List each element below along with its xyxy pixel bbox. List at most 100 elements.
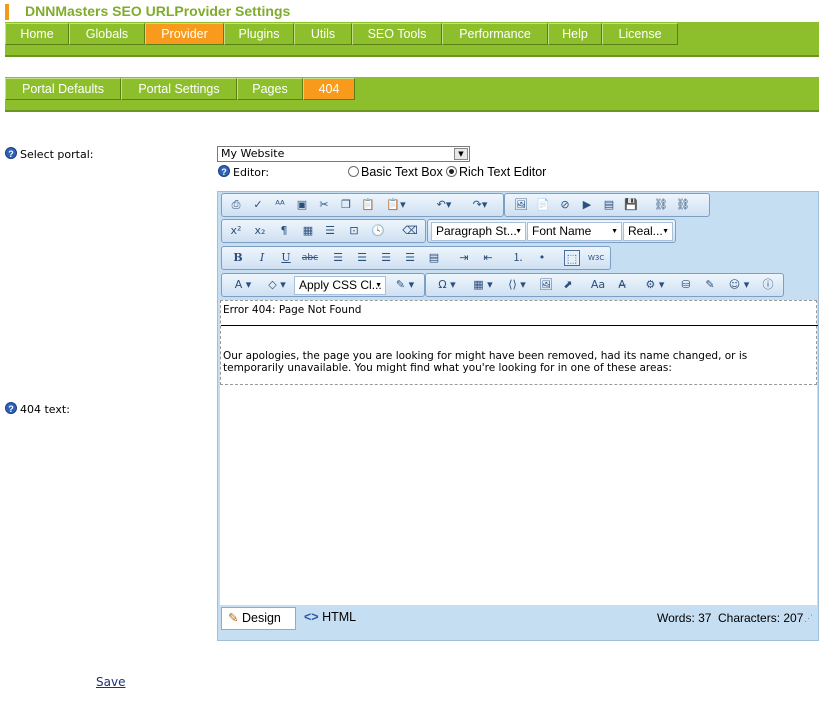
- tab-seo-tools[interactable]: SEO Tools: [352, 23, 442, 45]
- module-manager-icon[interactable]: ⛁: [678, 277, 694, 293]
- subscript-icon[interactable]: x₂: [252, 223, 268, 239]
- remove-alignment-icon[interactable]: ▤: [426, 250, 442, 266]
- editor-content-area[interactable]: Error 404: Page Not Found Our apologies,…: [220, 300, 818, 605]
- document-manager-icon[interactable]: 📄: [535, 197, 551, 213]
- toolbar-group-5: B I U abc ☰ ☰ ☰ ☰ ▤ ⇥ ⇤ ⒈ • ⬚ W3C: [221, 246, 611, 270]
- cut-icon[interactable]: ✂: [316, 197, 332, 213]
- template-manager-icon[interactable]: ▤: [601, 197, 617, 213]
- outdent-icon[interactable]: ⇤: [480, 250, 496, 266]
- remove-link-icon[interactable]: ⛓: [675, 197, 691, 213]
- tab-pages[interactable]: Pages: [237, 78, 303, 100]
- convert-lower-icon[interactable]: Aa: [590, 277, 606, 293]
- resize-grip-icon[interactable]: ⋰: [804, 613, 813, 624]
- absolute-position-icon[interactable]: ⬈: [560, 277, 576, 293]
- underline-button[interactable]: U: [278, 250, 294, 266]
- help-icon[interactable]: ?: [5, 402, 17, 414]
- toolbar-group-2: 🖼 📄 ⊘ ▶ ▤ 💾 ⛓ ⛓: [504, 193, 710, 217]
- real-font-size-dropdown[interactable]: Real... ▼: [623, 222, 673, 241]
- print-icon[interactable]: ⎙: [228, 197, 244, 213]
- divider: [221, 325, 818, 326]
- toolbar-group-6: A ▾ ◇ ▾ Apply CSS Cl... ▼ ✎ ▾: [221, 273, 425, 297]
- insert-symbol-icon[interactable]: ⊡: [346, 223, 362, 239]
- chevron-down-icon: ▼: [454, 148, 468, 160]
- emoticons-icon[interactable]: ☺ ▾: [724, 277, 754, 293]
- chevron-down-icon: ▼: [515, 228, 522, 235]
- tab-utils[interactable]: Utils: [294, 23, 352, 45]
- redo-icon[interactable]: ↷▾: [466, 197, 494, 213]
- bold-button[interactable]: B: [230, 250, 246, 266]
- custom-links-icon[interactable]: ⚙ ▾: [640, 277, 670, 293]
- apply-css-class-dropdown[interactable]: Apply CSS Cl... ▼: [294, 276, 386, 295]
- numbered-list-icon[interactable]: ⒈: [510, 250, 526, 266]
- info-icon[interactable]: ⓘ: [760, 277, 776, 293]
- tab-globals[interactable]: Globals: [69, 23, 145, 45]
- paste-icon[interactable]: 📋: [360, 197, 376, 213]
- tab-404[interactable]: 404: [303, 78, 355, 100]
- radio-basic-text-box[interactable]: [348, 166, 359, 177]
- align-right-icon[interactable]: ☰: [378, 250, 394, 266]
- content-block: Error 404: Page Not Found Our apologies,…: [220, 300, 818, 385]
- align-center-icon[interactable]: ☰: [354, 250, 370, 266]
- page-properties-icon[interactable]: ✎: [702, 277, 718, 293]
- radio-rich-text-editor[interactable]: [446, 166, 457, 177]
- flash-manager-icon[interactable]: ⊘: [557, 197, 573, 213]
- media-manager-icon[interactable]: ▶: [579, 197, 595, 213]
- editor-label: Editor:: [233, 166, 270, 179]
- editor-bottom-bar: ✎ Design <> HTML Words: 37 Characters: 2…: [218, 605, 818, 640]
- help-icon[interactable]: ?: [218, 165, 230, 177]
- help-icon[interactable]: ?: [5, 147, 17, 159]
- apply-css-class-value: Apply CSS Cl...: [299, 278, 382, 292]
- save-template-icon[interactable]: 💾: [623, 197, 639, 213]
- sub-tab-bar: Portal Defaults Portal Settings Pages 40…: [5, 77, 819, 112]
- strikethrough-button[interactable]: abc: [300, 250, 320, 266]
- align-left-icon[interactable]: ☰: [330, 250, 346, 266]
- toggle-borders-icon[interactable]: ⬚: [564, 250, 580, 266]
- horizontal-rule-icon[interactable]: ☰: [322, 223, 338, 239]
- insert-date-icon[interactable]: ▦: [300, 223, 316, 239]
- spellcheck-icon[interactable]: ✓: [250, 197, 266, 213]
- indent-icon[interactable]: ⇥: [456, 250, 472, 266]
- justify-icon[interactable]: ☰: [402, 250, 418, 266]
- image-map-icon[interactable]: 🖼: [538, 277, 554, 293]
- select-all-icon[interactable]: ▣: [294, 197, 310, 213]
- xhtml-validator-icon[interactable]: W3C: [588, 250, 604, 266]
- undo-icon[interactable]: ↶▾: [430, 197, 458, 213]
- html-mode-button[interactable]: <> HTML: [298, 607, 368, 630]
- error-paragraph-line1: Our apologies, the page you are looking …: [223, 350, 748, 362]
- omega-symbol-icon[interactable]: Ω ▾: [432, 277, 462, 293]
- convert-upper-icon[interactable]: A̶: [614, 277, 630, 293]
- save-link[interactable]: Save: [96, 675, 125, 689]
- insert-table-icon[interactable]: ▦ ▾: [468, 277, 498, 293]
- page-title: DNNMasters SEO URLProvider Settings: [25, 3, 291, 19]
- code-icon: <>: [304, 610, 319, 624]
- portal-select[interactable]: My Website ▼: [217, 146, 470, 162]
- insert-time-icon[interactable]: 🕓: [370, 223, 386, 239]
- copy-icon[interactable]: ❐: [338, 197, 354, 213]
- highlight-color-icon[interactable]: ◇ ▾: [262, 277, 292, 293]
- tab-help[interactable]: Help: [548, 23, 602, 45]
- tab-portal-defaults[interactable]: Portal Defaults: [5, 78, 121, 100]
- format-stripper-icon[interactable]: ⌫: [402, 223, 418, 239]
- tab-performance[interactable]: Performance: [442, 23, 548, 45]
- font-color-icon[interactable]: A ▾: [228, 277, 258, 293]
- tab-portal-settings[interactable]: Portal Settings: [121, 78, 237, 100]
- font-name-value: Font Name: [532, 224, 592, 238]
- italic-button[interactable]: I: [254, 250, 270, 266]
- paragraph-mark-icon[interactable]: ¶: [276, 223, 292, 239]
- design-mode-button[interactable]: ✎ Design: [221, 607, 296, 630]
- image-manager-icon[interactable]: 🖼: [513, 197, 529, 213]
- superscript-icon[interactable]: x²: [228, 223, 244, 239]
- find-replace-icon[interactable]: ᴬᴬ: [272, 197, 288, 213]
- font-name-dropdown[interactable]: Font Name ▼: [527, 222, 622, 241]
- bullet-list-icon[interactable]: •: [534, 250, 550, 266]
- tab-plugins[interactable]: Plugins: [224, 23, 294, 45]
- tab-home[interactable]: Home: [5, 23, 69, 45]
- paragraph-style-dropdown[interactable]: Paragraph St... ▼: [431, 222, 526, 241]
- chevron-down-icon: ▼: [611, 228, 618, 235]
- tab-provider[interactable]: Provider: [145, 23, 224, 45]
- tab-license[interactable]: License: [602, 23, 678, 45]
- format-painter-icon[interactable]: ✎ ▾: [390, 277, 420, 293]
- paste-options-icon[interactable]: 📋▾: [382, 197, 410, 213]
- insert-snippet-icon[interactable]: ⟨⟩ ▾: [502, 277, 532, 293]
- hyperlink-icon[interactable]: ⛓: [653, 197, 669, 213]
